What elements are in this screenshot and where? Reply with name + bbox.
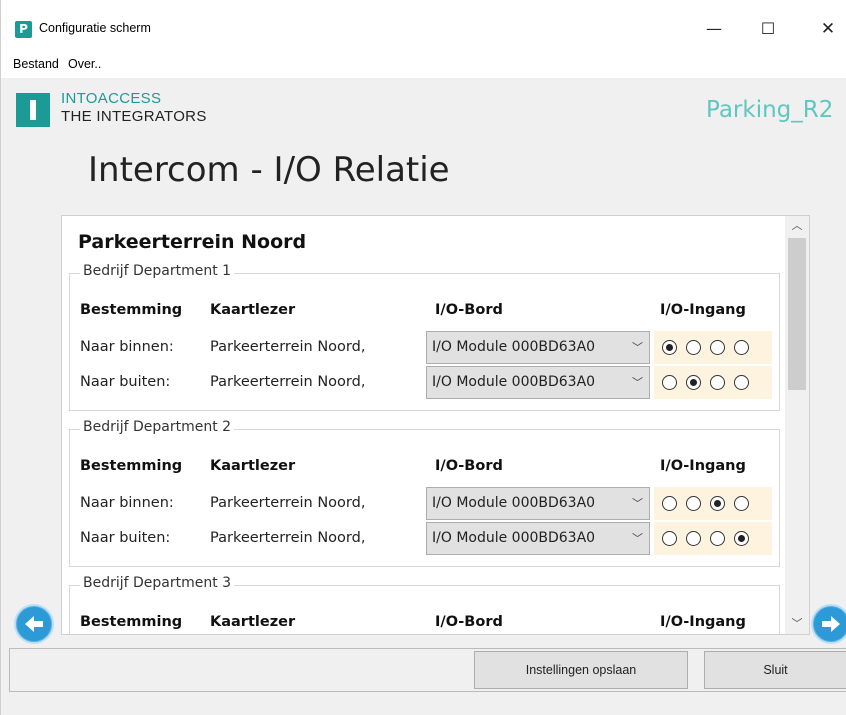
io-board-select[interactable]: I/O Module 000BD63A0 ﹀ [426,366,650,399]
next-page-button[interactable] [811,604,846,644]
row-reader: Parkeerterrein Noord, [210,530,366,546]
row-reader: Parkeerterrein Noord, [210,495,366,511]
parking-lot-title: Parkeerterrein Noord [78,231,307,253]
row-reader: Parkeerterrein Noord, [210,339,366,355]
vertical-scrollbar[interactable]: ︿ ﹀ [785,216,809,634]
scroll-down-icon[interactable]: ﹀ [785,614,809,634]
department-name: Bedrijf Department 3 [80,575,235,591]
header-destination: Bestemming [80,614,183,630]
io-input-radio-3[interactable] [710,340,725,355]
scroll-panel[interactable]: Parkeerterrein Noord Bedrijf Department … [61,215,810,635]
io-input-radio-4[interactable] [734,531,749,546]
scrollbar-thumb[interactable] [788,238,806,390]
header-reader: Kaartlezer [210,458,296,474]
header-destination: Bestemming [80,458,183,474]
io-input-radio-2[interactable] [686,375,701,390]
io-input-radio-2[interactable] [686,496,701,511]
header-reader: Kaartlezer [210,302,296,318]
io-input-radio-group [654,522,772,555]
io-board-select[interactable]: I/O Module 000BD63A0 ﹀ [426,487,650,520]
scroll-up-icon[interactable]: ︿ [785,216,809,236]
department-group: Bedrijf Department 1 Bestemming Kaartlez… [69,263,780,411]
header-io-input: I/O-Ingang [660,302,746,318]
app-icon: P [15,21,32,38]
header-io-board: I/O-Bord [435,302,503,318]
row-destination: Naar buiten: [80,374,171,390]
brand-name: INTOACCESS [61,90,162,107]
maximize-button[interactable]: ☐ [745,14,791,44]
close-button[interactable]: Sluit [704,651,846,689]
department-group: Bedrijf Department 2 Bestemming Kaartlez… [69,419,780,567]
intoaccess-logo [16,93,50,127]
io-input-radio-4[interactable] [734,375,749,390]
header-destination: Bestemming [80,302,183,318]
io-input-radio-1[interactable] [662,531,677,546]
io-input-radio-1[interactable] [662,340,677,355]
minimize-button[interactable]: — [691,14,737,44]
close-window-button[interactable]: ✕ [805,14,846,44]
header-io-board: I/O-Bord [435,458,503,474]
io-board-select[interactable]: I/O Module 000BD63A0 ﹀ [426,522,650,555]
chevron-down-icon: ﹀ [632,497,643,510]
chevron-down-icon: ﹀ [632,341,643,354]
arrow-right-icon [822,616,840,632]
page-title: Intercom - I/O Relatie [88,150,450,190]
menu-bar: Bestand Over.. [1,50,846,78]
profile-name: Parking_R2 [706,97,834,123]
brand-tagline: THE INTEGRATORS [61,108,207,125]
header-io-input: I/O-Ingang [660,614,746,630]
department-name: Bedrijf Department 2 [80,419,235,435]
row-destination: Naar binnen: [80,495,174,511]
config-window: P Configuratie scherm — ☐ ✕ Bestand Over… [0,0,846,715]
arrow-left-icon [25,616,43,632]
header-reader: Kaartlezer [210,614,296,630]
header-io-input: I/O-Ingang [660,458,746,474]
window-title: Configuratie scherm [39,21,151,35]
chevron-down-icon: ﹀ [632,376,643,389]
io-input-radio-group [654,487,772,520]
io-input-radio-group [654,366,772,399]
io-input-radio-2[interactable] [686,531,701,546]
department-name: Bedrijf Department 1 [80,263,235,279]
header-io-board: I/O-Bord [435,614,503,630]
io-input-radio-3[interactable] [710,531,725,546]
io-input-radio-3[interactable] [710,496,725,511]
previous-page-button[interactable] [14,604,54,644]
io-input-radio-1[interactable] [662,375,677,390]
io-input-radio-3[interactable] [710,375,725,390]
save-settings-button[interactable]: Instellingen opslaan [474,651,688,689]
title-bar[interactable]: P Configuratie scherm — ☐ ✕ [1,0,846,50]
menu-over[interactable]: Over.. [68,57,101,71]
io-input-radio-1[interactable] [662,496,677,511]
io-input-radio-2[interactable] [686,340,701,355]
row-reader: Parkeerterrein Noord, [210,374,366,390]
io-board-select[interactable]: I/O Module 000BD63A0 ﹀ [426,331,650,364]
row-destination: Naar binnen: [80,339,174,355]
department-group: Bedrijf Department 3 Bestemming Kaartlez… [69,575,780,634]
chevron-down-icon: ﹀ [632,532,643,545]
io-input-radio-group [654,331,772,364]
menu-bestand[interactable]: Bestand [13,57,59,71]
io-input-radio-4[interactable] [734,496,749,511]
row-destination: Naar buiten: [80,530,171,546]
io-input-radio-4[interactable] [734,340,749,355]
